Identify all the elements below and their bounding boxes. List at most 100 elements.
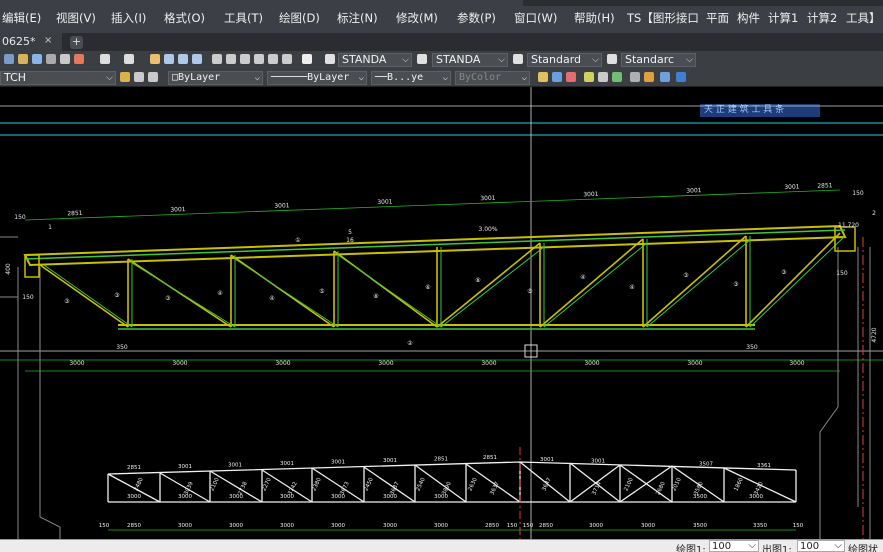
- hatch-icon[interactable]: [584, 72, 594, 82]
- lineweight-value: B...ye: [387, 72, 424, 83]
- table-style-select[interactable]: Standarc ⌵: [621, 53, 696, 67]
- pan-icon[interactable]: [150, 54, 160, 64]
- member-tag: ②: [407, 340, 413, 347]
- menu-insert[interactable]: 插入(I): [111, 10, 146, 26]
- lower-member-dimension: 2540: [415, 477, 427, 493]
- side-dimension: 150: [22, 294, 34, 301]
- zoom-previous-icon[interactable]: [192, 54, 202, 64]
- lower-top-dimension: 3001: [591, 458, 605, 464]
- document-tab[interactable]: 0625* ×: [0, 33, 62, 51]
- chevron-down-icon: ⌵: [686, 55, 693, 65]
- lower-bottom-dimension: 3000: [434, 494, 448, 500]
- dimension-style-select[interactable]: Standard ⌵: [527, 53, 602, 67]
- layer-previous-icon[interactable]: [134, 72, 144, 82]
- layer-properties-icon[interactable]: [148, 72, 158, 82]
- menu-modify[interactable]: 修改(M): [396, 10, 438, 26]
- lower-base-dimension: 3500: [693, 523, 707, 529]
- plot-style-select: ByColor ⌵: [455, 71, 530, 85]
- layer-select[interactable]: TCH ⌵: [0, 71, 116, 85]
- zoom-window-icon[interactable]: [178, 54, 188, 64]
- tool-palettes-icon[interactable]: [240, 54, 250, 64]
- new-tab-button[interactable]: +: [70, 36, 83, 49]
- menu-window[interactable]: 窗口(W): [514, 10, 557, 26]
- top-chord-dimension: 3001: [784, 184, 800, 192]
- lower-member-dimension: 2680: [655, 481, 667, 497]
- menu-plan[interactable]: 平面: [706, 10, 729, 26]
- layout-icon[interactable]: [660, 72, 670, 82]
- close-icon[interactable]: ×: [44, 35, 52, 46]
- drawing-canvas[interactable]: 2851 3001 3001 3001 3001 3001 3001 3001 2851 150 1…: [0, 87, 883, 539]
- ungroup-icon[interactable]: [566, 72, 576, 82]
- lower-base-dimension: 150: [523, 523, 534, 529]
- bottom-span-dimension: 3000: [481, 360, 496, 367]
- menu-component[interactable]: 构件: [737, 10, 760, 26]
- design-center-icon[interactable]: [226, 54, 236, 64]
- out-scale-value: 100: [800, 541, 820, 552]
- chevron-down-icon: ⌵: [402, 55, 409, 65]
- lower-member-dimension: 3647: [541, 477, 553, 493]
- draworder-icon[interactable]: [538, 72, 548, 82]
- open-file-icon[interactable]: [18, 54, 28, 64]
- print-icon[interactable]: [46, 54, 56, 64]
- viewport-icon[interactable]: [676, 72, 686, 82]
- layer-value: TCH: [4, 71, 27, 84]
- new-file-icon[interactable]: [4, 54, 14, 64]
- side-dimension: 150: [836, 270, 848, 277]
- help-icon[interactable]: [302, 54, 312, 64]
- isolate-icon[interactable]: [644, 72, 654, 82]
- out-scale-label: 出图1:: [762, 545, 792, 552]
- lower-top-dimension: 3507: [699, 461, 713, 467]
- menu-ts-interface[interactable]: TS【图形接口: [627, 10, 699, 26]
- menu-edit[interactable]: 编辑(E): [2, 10, 41, 26]
- menu-tools2[interactable]: 工具】: [846, 10, 881, 26]
- make-current-layer-icon[interactable]: [120, 72, 130, 82]
- sheet-set-icon[interactable]: [254, 54, 264, 64]
- member-tag: ③: [165, 295, 170, 302]
- menu-help[interactable]: 帮助(H): [574, 10, 615, 26]
- lower-base-dimension: 3000: [383, 523, 397, 529]
- block-icon[interactable]: [598, 72, 608, 82]
- color-value: ByLayer: [178, 72, 221, 83]
- chevron-down-icon: ⌵: [442, 73, 448, 83]
- zoom-realtime-icon[interactable]: [164, 54, 174, 64]
- undo-icon[interactable]: [100, 54, 110, 64]
- standard-toolbar: STANDA ⌵ STANDA ⌵ Standard ⌵ Standarc ⌵ 天 正 …: [0, 51, 883, 117]
- menu-calc2[interactable]: 计算2: [807, 10, 837, 26]
- group-icon[interactable]: [552, 72, 562, 82]
- insert-icon[interactable]: [612, 72, 622, 82]
- measure-icon[interactable]: [630, 72, 640, 82]
- member-tag: ⑧: [475, 277, 480, 284]
- color-select[interactable]: □ByLayer ⌵: [168, 71, 263, 85]
- lower-top-dimension: 3001: [280, 461, 294, 467]
- lower-base-dimension: 3000: [229, 523, 243, 529]
- properties-icon[interactable]: [212, 54, 222, 64]
- calculator-icon[interactable]: [282, 54, 292, 64]
- menu-dimension[interactable]: 标注(N): [337, 10, 378, 26]
- layers-toolbar: TCH ⌵ □ByLayer ⌵ ──────ByLayer ⌵ ──B...ye ⌵ …: [0, 69, 883, 87]
- text-style-select-2[interactable]: STANDA ⌵: [432, 53, 508, 67]
- member-tag: ⑧: [373, 293, 378, 300]
- publish-icon[interactable]: [74, 54, 84, 64]
- menu-view[interactable]: 视图(V): [56, 10, 96, 26]
- menu-tools[interactable]: 工具(T): [224, 10, 263, 26]
- plot-style-value: ByColor: [459, 72, 502, 83]
- draw-scale-select[interactable]: 100 ⌵: [709, 540, 759, 552]
- lineweight-select[interactable]: ──B...ye ⌵: [371, 71, 451, 85]
- redo-icon[interactable]: [124, 54, 134, 64]
- lower-base-dimension: 150: [99, 523, 110, 529]
- member-tag: ④: [269, 295, 274, 302]
- linetype-select[interactable]: ──────ByLayer ⌵: [267, 71, 367, 85]
- menu-format[interactable]: 格式(O): [164, 10, 205, 26]
- menu-parameters[interactable]: 参数(P): [457, 10, 496, 26]
- save-icon[interactable]: [32, 54, 42, 64]
- text-style-select[interactable]: STANDA ⌵: [338, 53, 412, 67]
- menu-draw[interactable]: 绘图(D): [279, 10, 320, 26]
- markup-icon[interactable]: [268, 54, 278, 64]
- slope-label: 3.00%: [478, 226, 497, 233]
- drawing-svg: 2851 3001 3001 3001 3001 3001 3001 3001 2851 150 1…: [0, 87, 883, 539]
- preview-icon[interactable]: [60, 54, 70, 64]
- out-scale-select[interactable]: 100 ⌵: [797, 540, 845, 552]
- menu-calc1[interactable]: 计算1: [768, 10, 798, 26]
- member-tag: ④: [217, 290, 222, 297]
- bottom-span-dimension: 3000: [687, 360, 702, 367]
